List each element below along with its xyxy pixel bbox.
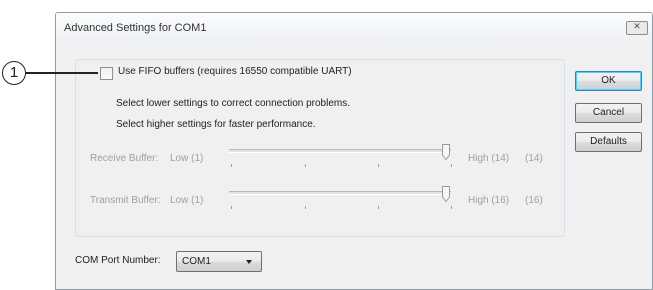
callout-marker: 1 [2,61,26,85]
transmit-buffer-slider[interactable] [229,191,451,195]
transmit-tick [305,206,306,209]
transmit-tick [378,206,379,209]
receive-high-label: High (14) [468,153,510,164]
close-button[interactable]: ✕ [626,21,648,35]
chevron-down-icon [246,260,252,264]
receive-tick [231,164,232,167]
com-port-selected-value: COM1 [182,256,211,267]
close-icon: ✕ [633,21,641,31]
transmit-high-label: High (16) [468,195,510,206]
com-port-select[interactable]: COM1 [176,251,262,272]
fifo-checkbox[interactable] [100,67,113,80]
receive-low-label: Low (1) [170,153,204,164]
receive-tick [451,164,452,167]
com-port-label: COM Port Number: [75,255,161,266]
callout-line [26,72,98,74]
advanced-settings-dialog: Advanced Settings for COM1 ✕ Use FIFO bu… [55,12,653,290]
cancel-button[interactable]: Cancel [575,103,642,123]
fifo-checkbox-label[interactable]: Use FIFO buffers (requires 16550 compati… [118,66,352,77]
hint-lower: Select lower settings to correct connect… [116,98,350,109]
hint-higher: Select higher settings for faster perfor… [116,119,316,130]
fifo-checkbox-row[interactable]: Use FIFO buffers (requires 16550 compati… [100,66,368,80]
transmit-value: (16) [525,195,543,206]
title-bar: Advanced Settings for COM1 ✕ [56,13,652,41]
receive-tick [378,164,379,167]
receive-value: (14) [525,153,543,164]
receive-buffer-label: Receive Buffer: [90,153,159,164]
fifo-group-box [75,59,565,237]
defaults-button[interactable]: Defaults [575,132,642,152]
transmit-buffer-label: Transmit Buffer: [90,195,161,206]
ok-button[interactable]: OK [575,71,642,91]
transmit-tick [451,206,452,209]
dialog-title: Advanced Settings for COM1 [64,22,207,34]
receive-slider-thumb[interactable] [442,144,450,160]
transmit-low-label: Low (1) [170,195,204,206]
receive-tick [305,164,306,167]
transmit-slider-thumb[interactable] [442,186,450,202]
transmit-tick [231,206,232,209]
receive-buffer-slider[interactable] [229,149,451,153]
